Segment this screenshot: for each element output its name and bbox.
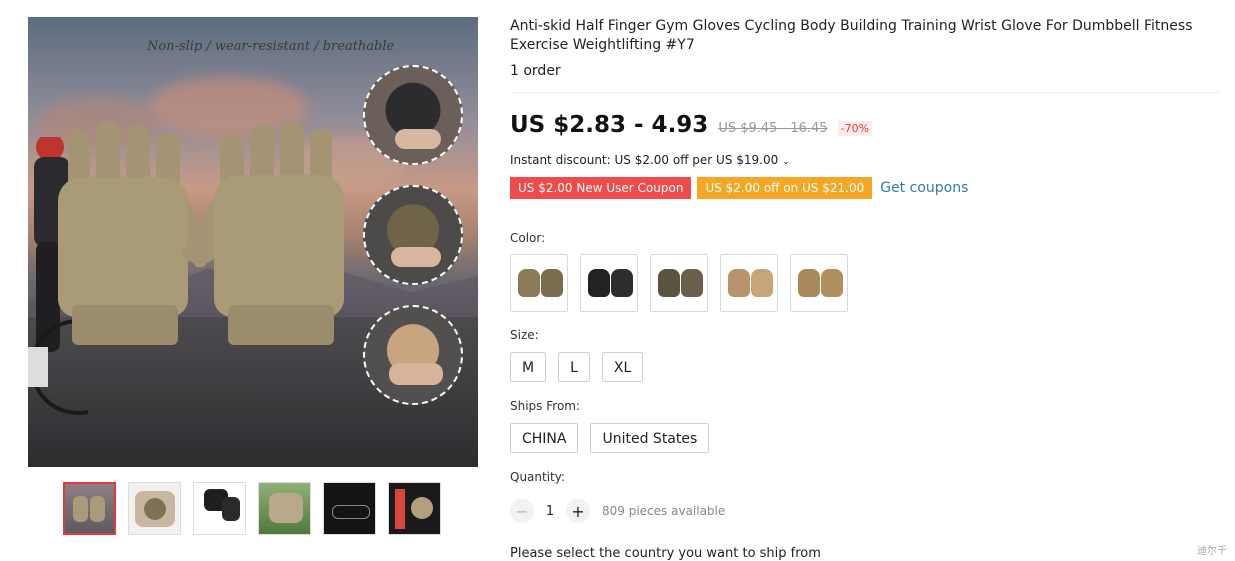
color-label: Color: <box>510 231 546 245</box>
instant-discount-text: Instant discount: US $2.00 off per US $1… <box>510 153 779 167</box>
color-swatch-khaki[interactable] <box>510 254 568 312</box>
current-price: US $2.83 - 4.93 <box>510 112 709 138</box>
thumbnail-6[interactable] <box>388 482 441 535</box>
main-product-image[interactable]: Non-slip / wear-resistant / breathable <box>28 17 478 467</box>
thumbnail-2[interactable] <box>128 482 181 535</box>
black-glove-circle <box>363 65 463 165</box>
color-swatches <box>510 254 848 312</box>
coupon-row: US $2.00 New User Coupon US $2.00 off on… <box>510 177 968 199</box>
discount-badge: -70% <box>837 121 873 136</box>
ship-option-united-states[interactable]: United States <box>590 423 710 453</box>
new-user-coupon[interactable]: US $2.00 New User Coupon <box>510 177 692 199</box>
quantity-label: Quantity: <box>510 470 566 484</box>
thumbnail-3[interactable] <box>193 482 246 535</box>
desert-camo-glove-circle <box>363 305 463 405</box>
image-tagline: Non-slip / wear-resistant / breathable <box>147 39 395 54</box>
quantity-decrease-button[interactable]: − <box>510 499 534 523</box>
chevron-down-icon: ⌄ <box>782 157 790 167</box>
product-title: Anti-skid Half Finger Gym Gloves Cycling… <box>510 18 1193 53</box>
available-stock: 809 pieces available <box>602 504 726 518</box>
order-count: 1 order <box>510 63 561 79</box>
quantity-value[interactable]: 1 <box>534 504 566 519</box>
camo-glove-circle <box>363 185 463 285</box>
quantity-increase-button[interactable]: + <box>566 499 590 523</box>
size-option-m[interactable]: M <box>510 352 547 382</box>
size-label: Size: <box>510 328 539 342</box>
color-swatch-tan[interactable] <box>790 254 848 312</box>
store-coupon[interactable]: US $2.00 off on US $21.00 <box>697 177 873 199</box>
instant-discount[interactable]: Instant discount: US $2.00 off per US $1… <box>510 153 790 167</box>
original-price: US $9.45 - 16.45 <box>718 121 828 136</box>
color-swatch-green-camo[interactable] <box>650 254 708 312</box>
ships-from-options: CHINA United States <box>510 423 710 453</box>
color-swatch-black[interactable] <box>580 254 638 312</box>
thumbnail-5[interactable] <box>323 482 376 535</box>
thumbnail-4[interactable] <box>258 482 311 535</box>
size-option-xl[interactable]: XL <box>601 352 644 382</box>
size-option-l[interactable]: L <box>558 352 590 382</box>
ship-country-prompt: Please select the country you want to sh… <box>510 546 821 561</box>
get-coupons-link[interactable]: Get coupons <box>880 180 968 196</box>
ship-option-china[interactable]: CHINA <box>510 423 579 453</box>
thumbnail-strip <box>63 482 441 535</box>
ships-from-label: Ships From: <box>510 399 581 413</box>
size-options: M L XL <box>510 352 644 382</box>
thumbnail-1[interactable] <box>63 482 116 535</box>
color-swatch-desert-camo[interactable] <box>720 254 778 312</box>
price-row: US $2.83 - 4.93 US $9.45 - 16.45 -70% <box>510 112 873 138</box>
quantity-stepper: − 1 + 809 pieces available <box>510 499 725 523</box>
divider <box>510 92 1220 93</box>
